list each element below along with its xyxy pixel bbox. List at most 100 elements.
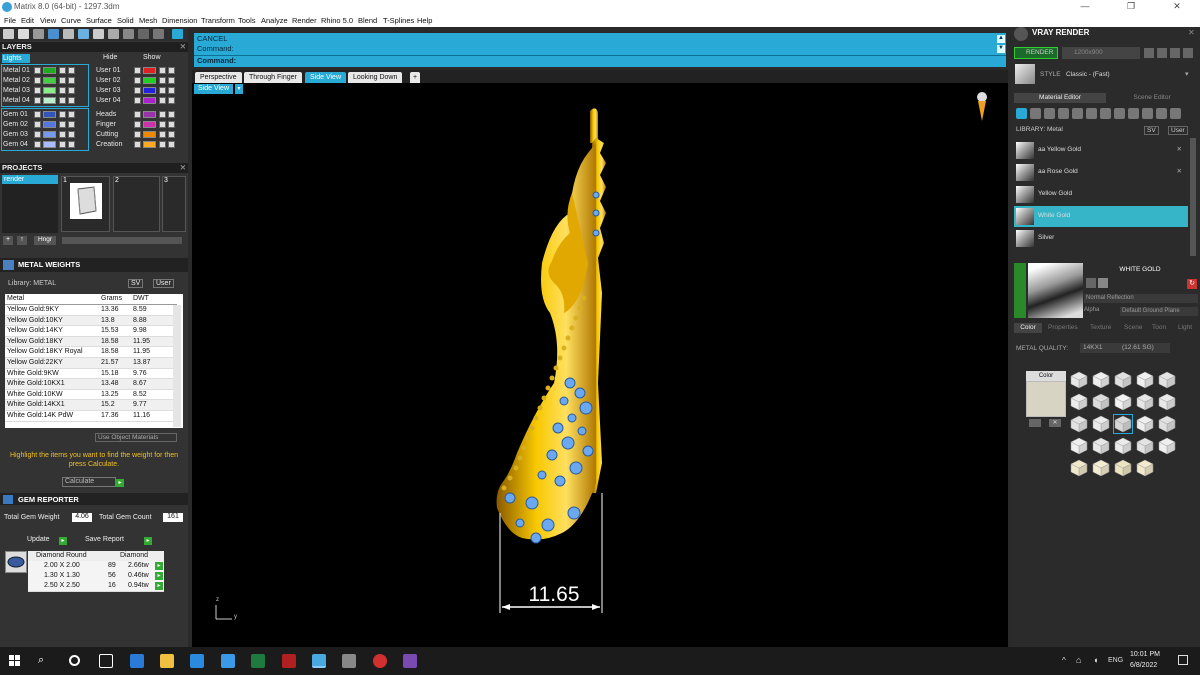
lock-icon[interactable] [59, 131, 66, 138]
layer-visibility-icon[interactable] [34, 121, 41, 128]
layer-options-icon[interactable] [168, 141, 175, 148]
color-cube[interactable] [1114, 459, 1132, 477]
lock-icon[interactable] [159, 131, 166, 138]
preview-toggle[interactable] [1014, 263, 1026, 318]
excel-icon[interactable] [251, 654, 265, 668]
lamp-icon[interactable] [1170, 108, 1181, 119]
color-cube[interactable] [1092, 437, 1110, 455]
save-report-button[interactable]: Save Report [85, 536, 124, 543]
tab-side-view[interactable]: Side View [305, 72, 347, 83]
store-icon[interactable] [190, 654, 204, 668]
material-copy-icon[interactable] [1098, 278, 1108, 288]
color-cube[interactable] [1158, 393, 1176, 411]
settings-icon[interactable] [1183, 48, 1193, 58]
menu-tools[interactable]: Tools [238, 16, 256, 25]
table-row[interactable]: White Gold:10KW 13.25 8.52 [5, 389, 177, 401]
layer-options-icon[interactable] [168, 111, 175, 118]
layer-options-icon[interactable] [68, 121, 75, 128]
glossy-icon[interactable] [1058, 108, 1069, 119]
material-item[interactable]: aa Yellow Gold ✕ [1014, 140, 1188, 161]
layer-lights[interactable]: Lights [2, 54, 30, 63]
light-bulb-icon[interactable] [977, 92, 987, 121]
metal-quality-select[interactable]: 14KX1 (12.61 SG) [1080, 343, 1170, 353]
viewport-dropdown-icon[interactable]: ▾ [235, 84, 243, 94]
layer-options-icon[interactable] [68, 67, 75, 74]
layer-color-swatch[interactable] [143, 141, 156, 148]
layer-heads[interactable]: Heads [96, 110, 116, 119]
layer-visibility-icon[interactable] [34, 141, 41, 148]
layer-gem-03[interactable]: Gem 03 [3, 130, 28, 139]
remove-material-icon[interactable]: ✕ [1177, 145, 1182, 153]
layer-metal-03[interactable]: Metal 03 [3, 86, 30, 95]
viewport[interactable]: 11.65 z y [192, 83, 1008, 647]
layer-finger[interactable]: Finger [96, 120, 116, 129]
flat-icon[interactable] [1072, 108, 1083, 119]
color-cube[interactable] [1092, 459, 1110, 477]
grid-icon[interactable] [93, 29, 104, 39]
table-row[interactable]: White Gold:9KW 15.18 9.76 [5, 368, 177, 380]
menu-surface[interactable]: Surface [86, 16, 112, 25]
close-icon[interactable]: ✕ [1188, 28, 1195, 37]
layer-options-icon[interactable] [68, 131, 75, 138]
layer-options-icon[interactable] [68, 77, 75, 84]
search-icon[interactable]: ⌕ [38, 654, 44, 667]
lock-icon[interactable] [59, 121, 66, 128]
color-cube[interactable] [1070, 371, 1088, 389]
cube-icon[interactable] [48, 29, 59, 39]
mail-icon[interactable] [221, 654, 235, 668]
menu-analyze[interactable]: Analyze [261, 16, 288, 25]
color-cube[interactable] [1114, 371, 1132, 389]
lock-icon[interactable] [159, 67, 166, 74]
material-item[interactable]: White Gold [1014, 206, 1188, 227]
layer-cutting[interactable]: Cutting [96, 130, 118, 139]
layer-options-icon[interactable] [68, 111, 75, 118]
layer-visibility-icon[interactable] [34, 87, 41, 94]
tab-through-finger[interactable]: Through Finger [244, 72, 302, 83]
layer-metal-02[interactable]: Metal 02 [3, 76, 30, 85]
refresh-icon[interactable]: ↻ [1187, 279, 1197, 289]
layer-color-swatch[interactable] [43, 131, 56, 138]
ring-button[interactable]: Hngr [34, 236, 56, 245]
undo-icon[interactable] [153, 29, 164, 39]
close-icon[interactable]: ✕ [180, 163, 186, 173]
expand-icon[interactable] [172, 29, 183, 39]
sv-button[interactable]: SV [128, 279, 144, 288]
layer-options-icon[interactable] [168, 67, 175, 74]
table-scrollbar[interactable] [173, 305, 181, 427]
color-cube[interactable] [1136, 437, 1154, 455]
layer-creation[interactable]: Creation [96, 140, 122, 149]
lock-icon[interactable] [59, 87, 66, 94]
color-cube[interactable] [1114, 393, 1132, 411]
layer-visibility-icon[interactable] [134, 111, 141, 118]
add-project-button[interactable]: + [3, 236, 13, 245]
layer-options-icon[interactable] [68, 87, 75, 94]
network-icon[interactable]: ⌂ [1076, 655, 1081, 665]
menu-edit[interactable]: Edit [21, 16, 34, 25]
clock-date[interactable]: 6/8/2022 [1130, 662, 1157, 669]
layer-color-swatch[interactable] [143, 111, 156, 118]
app-red-icon[interactable] [282, 654, 296, 668]
gem-row[interactable]: 2.00 X 2.00 89 2.66tw ▸ [28, 561, 164, 572]
file-explorer-icon[interactable] [160, 654, 174, 668]
menu-mesh[interactable]: Mesh [139, 16, 157, 25]
menu-render[interactable]: Render [292, 16, 317, 25]
lock-icon[interactable] [159, 97, 166, 104]
layer-metal-04[interactable]: Metal 04 [3, 96, 30, 105]
layer-visibility-icon[interactable] [134, 77, 141, 84]
color-cube[interactable] [1136, 371, 1154, 389]
subtab-scene[interactable]: Scene [1124, 323, 1142, 333]
layer-visibility-icon[interactable] [34, 111, 41, 118]
gem-go-icon[interactable]: ▸ [155, 582, 163, 590]
tab-scene-editor[interactable]: Scene Editor [1106, 93, 1198, 103]
layer-options-icon[interactable] [168, 121, 175, 128]
color-cube[interactable] [1158, 415, 1176, 433]
layer-options-icon[interactable] [168, 87, 175, 94]
scroll-up-icon[interactable]: ▲ [997, 35, 1005, 43]
menu-view[interactable]: View [40, 16, 56, 25]
grid-swatch-icon[interactable] [1114, 108, 1125, 119]
menu-tsplines[interactable]: T-Splines [383, 16, 414, 25]
layer-visibility-icon[interactable] [34, 67, 41, 74]
subtab-properties[interactable]: Properties [1048, 323, 1078, 333]
layer-color-swatch[interactable] [43, 111, 56, 118]
lock-icon[interactable] [59, 111, 66, 118]
